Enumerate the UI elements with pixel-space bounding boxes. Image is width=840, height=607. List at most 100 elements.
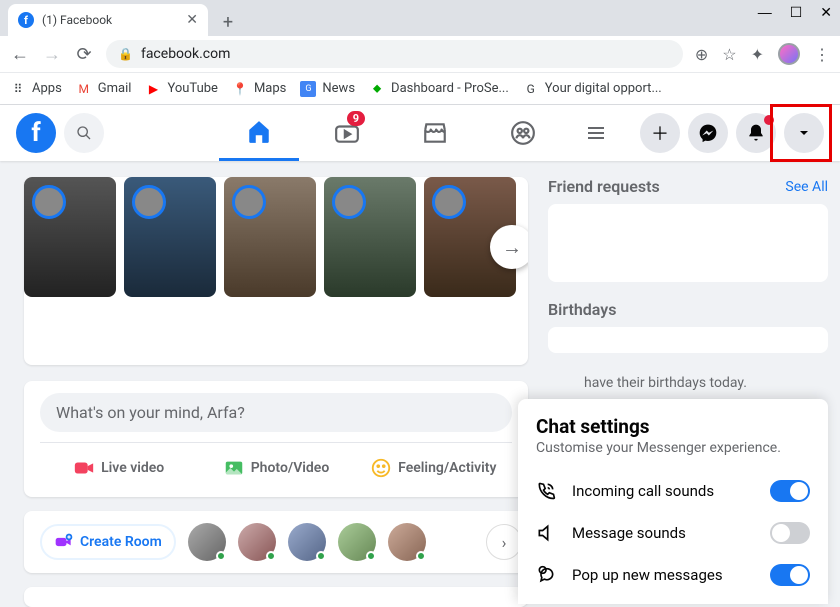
incoming-sounds-toggle[interactable] — [770, 480, 810, 502]
zoom-icon[interactable]: ⊕ — [695, 45, 708, 64]
facebook-nav: 9 — [219, 105, 621, 161]
star-icon[interactable]: ☆ — [722, 45, 736, 64]
live-video-button[interactable]: Live video — [40, 451, 197, 485]
tab-strip: f (1) Facebook ✕ + — ☐ ✕ — [0, 0, 840, 36]
chat-row-incoming-sounds: Incoming call sounds — [536, 470, 810, 512]
back-button[interactable]: ← — [10, 44, 30, 65]
facebook-favicon: f — [18, 12, 34, 28]
new-tab-button[interactable]: + — [214, 8, 242, 36]
online-dot — [216, 551, 226, 561]
feed-card — [24, 587, 528, 607]
nav-watch[interactable]: 9 — [307, 105, 387, 161]
dashboard-bookmark[interactable]: ⬥Dashboard - ProSe... — [369, 81, 509, 97]
address-bar[interactable]: 🔒 facebook.com — [106, 40, 683, 68]
chat-settings-subtitle: Customise your Messenger experience. — [536, 440, 810, 456]
photo-icon — [223, 457, 245, 479]
composer-actions: Live video Photo/Video Feeling/Activity — [40, 442, 512, 485]
left-column: → What's on your mind, Arfa? Live video … — [24, 177, 528, 605]
chat-bubbles-icon — [536, 565, 558, 585]
room-contact[interactable] — [288, 523, 326, 561]
minimize-button[interactable]: — — [758, 4, 772, 21]
nav-home[interactable] — [219, 105, 299, 161]
notifications-button[interactable] — [736, 113, 776, 153]
close-tab-icon[interactable]: ✕ — [186, 12, 198, 28]
close-window-button[interactable]: ✕ — [820, 4, 832, 21]
room-contact[interactable] — [338, 523, 376, 561]
stories-card: → — [24, 177, 528, 365]
story-item[interactable] — [224, 177, 316, 297]
maximize-button[interactable]: ☐ — [790, 4, 803, 21]
profile-avatar[interactable] — [778, 43, 800, 65]
search-icon — [76, 125, 92, 141]
nav-marketplace[interactable] — [395, 105, 475, 161]
story-avatar — [132, 185, 166, 219]
youtube-icon: ▶ — [145, 81, 161, 97]
online-dot — [266, 551, 276, 561]
chrome-menu-icon[interactable]: ⋮ — [814, 45, 830, 64]
toolbar-right: ⊕ ☆ ✦ ⋮ — [695, 43, 830, 65]
reload-button[interactable]: ⟳ — [74, 44, 94, 65]
post-composer: What's on your mind, Arfa? Live video Ph… — [24, 381, 528, 497]
online-dot — [316, 551, 326, 561]
news-icon: G — [300, 81, 316, 97]
forward-button[interactable]: → — [42, 44, 62, 65]
facebook-logo[interactable]: f — [16, 113, 56, 153]
chat-row-label: Pop up new messages — [572, 566, 756, 584]
hamburger-icon — [584, 121, 608, 145]
create-button[interactable]: ＋ — [640, 113, 680, 153]
stories-next-button[interactable]: → — [490, 225, 528, 269]
digital-bookmark[interactable]: GYour digital opport... — [523, 81, 662, 97]
marketplace-icon — [422, 120, 448, 146]
speaker-icon — [536, 523, 558, 543]
gmail-bookmark[interactable]: MGmail — [76, 81, 132, 97]
nav-groups[interactable] — [483, 105, 563, 161]
browser-toolbar: ← → ⟳ 🔒 facebook.com ⊕ ☆ ✦ ⋮ — [0, 36, 840, 72]
messenger-icon — [698, 123, 718, 143]
extensions-icon[interactable]: ✦ — [751, 45, 764, 64]
maps-bookmark[interactable]: 📍Maps — [232, 81, 286, 97]
chevron-down-icon — [796, 125, 812, 141]
tab-title: (1) Facebook — [42, 13, 112, 27]
story-avatar — [232, 185, 266, 219]
chat-row-label: Incoming call sounds — [572, 482, 756, 500]
home-icon — [246, 119, 272, 145]
messenger-button[interactable] — [688, 113, 728, 153]
browser-chrome: f (1) Facebook ✕ + — ☐ ✕ ← → ⟳ 🔒 faceboo… — [0, 0, 840, 105]
search-button[interactable] — [64, 113, 104, 153]
bookmarks-bar: ⠿Apps MGmail ▶YouTube 📍Maps GNews ⬥Dashb… — [0, 72, 840, 104]
account-dropdown-button[interactable] — [784, 113, 824, 153]
watch-badge: 9 — [347, 111, 365, 126]
story-item[interactable] — [324, 177, 416, 297]
friend-requests-box — [548, 204, 828, 282]
message-sounds-toggle[interactable] — [770, 522, 810, 544]
groups-icon — [510, 120, 536, 146]
room-contact[interactable] — [188, 523, 226, 561]
story-item[interactable] — [24, 177, 116, 297]
phone-icon — [536, 481, 558, 501]
youtube-bookmark[interactable]: ▶YouTube — [145, 81, 218, 97]
apps-icon: ⠿ — [10, 81, 26, 97]
chat-settings-title: Chat settings — [536, 415, 810, 438]
room-contact[interactable] — [238, 523, 276, 561]
rooms-next-button[interactable]: › — [486, 524, 522, 560]
apps-bookmark[interactable]: ⠿Apps — [10, 81, 62, 97]
room-contact[interactable] — [388, 523, 426, 561]
news-bookmark[interactable]: GNews — [300, 81, 355, 97]
composer-input[interactable]: What's on your mind, Arfa? — [40, 393, 512, 432]
create-room-button[interactable]: Create Room — [40, 524, 176, 560]
browser-tab[interactable]: f (1) Facebook ✕ — [8, 4, 208, 36]
story-avatar — [332, 185, 366, 219]
camera-plus-icon — [54, 532, 74, 552]
nav-menu[interactable] — [571, 105, 621, 161]
birthdays-box — [548, 327, 828, 353]
chat-row-message-sounds: Message sounds — [536, 512, 810, 554]
gmail-icon: M — [76, 81, 92, 97]
story-item[interactable] — [124, 177, 216, 297]
feeling-button[interactable]: Feeling/Activity — [355, 451, 512, 485]
chat-row-label: Message sounds — [572, 524, 756, 542]
notification-dot — [764, 115, 774, 125]
popup-messages-toggle[interactable] — [770, 564, 810, 586]
story-avatar — [432, 185, 466, 219]
see-all-link[interactable]: See All — [785, 179, 828, 195]
photo-video-button[interactable]: Photo/Video — [197, 451, 354, 485]
